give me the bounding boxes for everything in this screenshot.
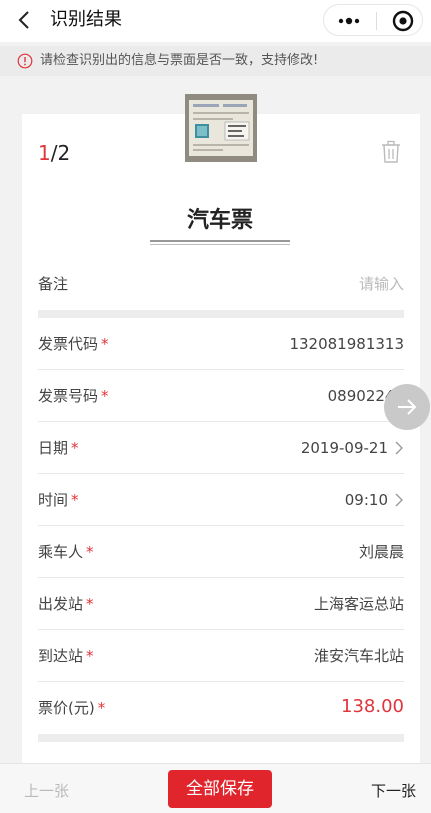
remark-input[interactable]: 请输入 [359, 274, 404, 294]
ticket-thumbnail[interactable] [185, 94, 257, 162]
bottom-action-bar: 上一张 全部保存 下一张 [0, 763, 431, 813]
field-row-price[interactable]: 票价(元) * 138.00 [38, 682, 404, 734]
chevron-right-icon [395, 493, 403, 507]
alert-circle-icon [17, 53, 33, 69]
field-label: 出发站 * [38, 595, 94, 613]
invoice-code-value[interactable]: 132081981313 [289, 334, 404, 354]
ticket-type-title: 汽车票 [186, 208, 253, 233]
field-row-time[interactable]: 时间 * 09:10 [38, 474, 404, 526]
field-row-remark[interactable]: 备注 请输入 [38, 258, 404, 310]
field-label: 日期 * [38, 439, 79, 457]
field-label: 发票号码 * [38, 387, 109, 405]
field-label: 备注 [38, 275, 69, 293]
more-dots-icon[interactable] [334, 12, 364, 30]
field-row-invoice-number[interactable]: 发票号码 * 08902241 [38, 370, 404, 422]
navigation-bar: 识别结果 [0, 0, 431, 42]
time-value[interactable]: 09:10 [345, 490, 388, 510]
price-value[interactable]: 138.00 [341, 696, 404, 718]
section-divider [38, 734, 404, 742]
page-total: /2 [50, 141, 71, 165]
field-label: 发票代码 * [38, 335, 109, 353]
field-label: 时间 * [38, 491, 79, 509]
field-row-date[interactable]: 日期 * 2019-09-21 [38, 422, 404, 474]
field-label: 票价(元) * [38, 699, 106, 717]
section-divider [38, 310, 404, 318]
chevron-left-icon[interactable] [14, 9, 36, 31]
notice-bar: 请检查识别出的信息与票面是否一致，支持修改! [0, 46, 431, 76]
capsule-divider [376, 12, 377, 30]
field-label: 乘车人 * [38, 543, 94, 561]
field-row-arrival[interactable]: 到达站 * 淮安汽车北站 [38, 630, 404, 682]
title-underline [150, 240, 290, 246]
page-current: 1 [38, 141, 51, 165]
previous-button[interactable]: 上一张 [24, 781, 69, 801]
mini-program-capsule [323, 4, 423, 36]
save-all-button[interactable]: 全部保存 [168, 770, 272, 808]
arrival-station-value[interactable]: 淮安汽车北站 [314, 646, 404, 666]
chevron-right-icon [395, 441, 403, 455]
field-row-passenger[interactable]: 乘车人 * 刘晨晨 [38, 526, 404, 578]
page-title: 识别结果 [50, 9, 122, 30]
field-row-invoice-code[interactable]: 发票代码 * 132081981313 [38, 318, 404, 370]
notice-text: 请检查识别出的信息与票面是否一致，支持修改! [40, 53, 319, 68]
next-button[interactable]: 下一张 [371, 781, 416, 801]
date-value[interactable]: 2019-09-21 [301, 438, 388, 458]
trash-icon[interactable] [380, 140, 402, 164]
page-indicator: 1/2 [38, 142, 70, 164]
arrow-right-icon [398, 399, 417, 415]
passenger-value[interactable]: 刘晨晨 [359, 542, 404, 562]
departure-station-value[interactable]: 上海客运总站 [314, 594, 404, 614]
field-row-departure[interactable]: 出发站 * 上海客运总站 [38, 578, 404, 630]
target-close-icon[interactable] [392, 10, 414, 32]
field-label: 到达站 * [38, 647, 94, 665]
next-page-button[interactable] [384, 384, 430, 430]
